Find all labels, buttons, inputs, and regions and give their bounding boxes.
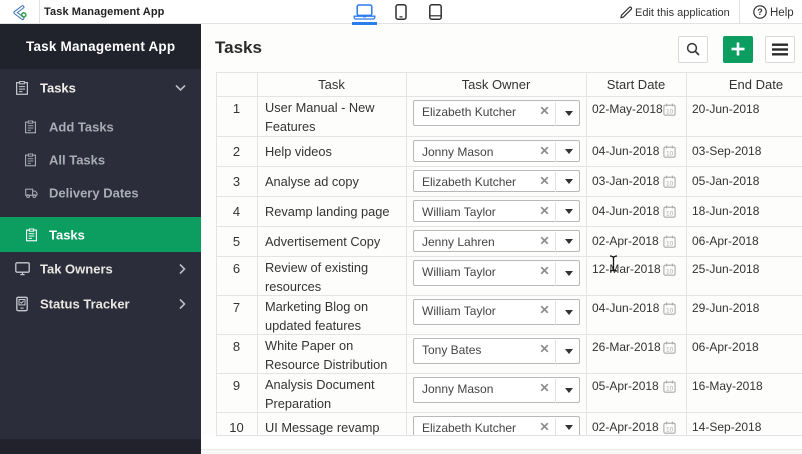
svg-text:10: 10	[666, 426, 674, 433]
svg-text:10: 10	[666, 108, 674, 115]
svg-text:10: 10	[666, 268, 674, 275]
svg-text:10: 10	[666, 240, 674, 247]
svg-text:?: ?	[757, 7, 763, 17]
svg-text:10: 10	[666, 210, 674, 217]
svg-text:10: 10	[666, 385, 674, 392]
svg-text:10: 10	[666, 150, 674, 157]
svg-text:10: 10	[666, 307, 674, 314]
svg-text:10: 10	[666, 180, 674, 187]
svg-text:10: 10	[666, 346, 674, 353]
